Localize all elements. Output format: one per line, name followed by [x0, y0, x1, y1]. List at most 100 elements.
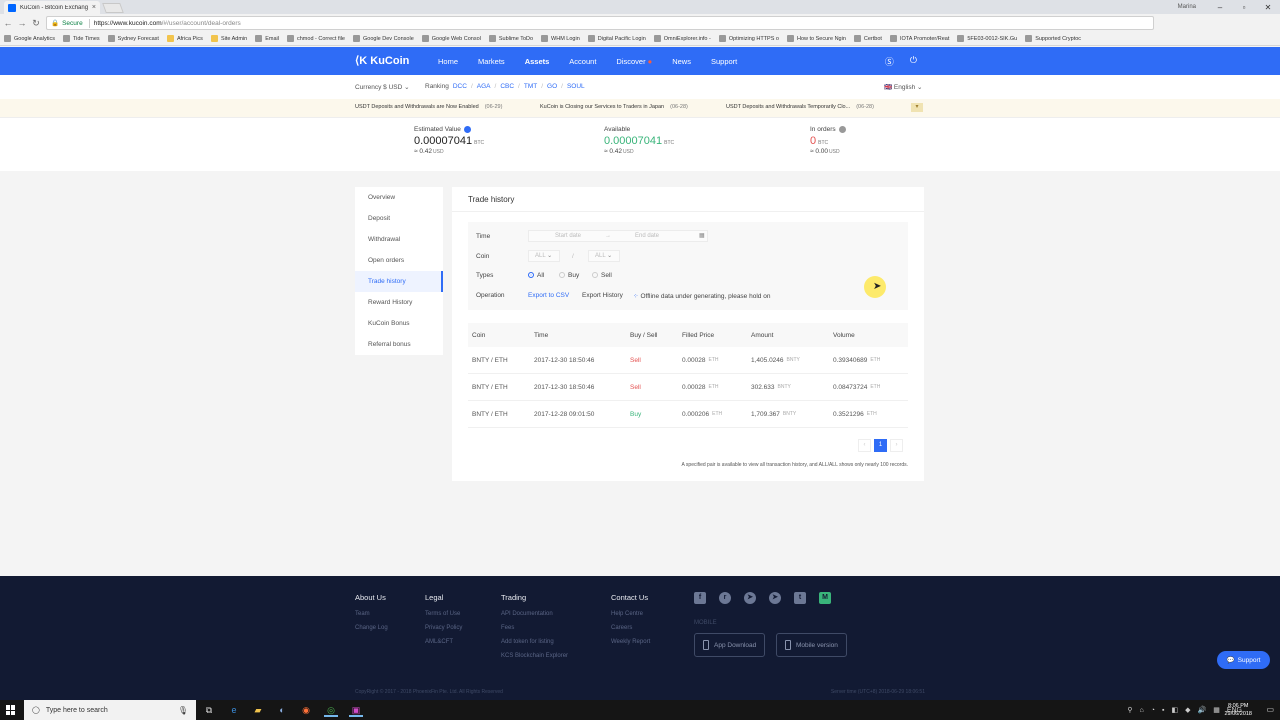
footer-link-help-centre[interactable]: Help Centre: [611, 611, 650, 617]
type-radio-buy[interactable]: Buy: [559, 272, 579, 279]
app-download-button[interactable]: App Download: [694, 633, 766, 657]
sidebar-item-reward-history[interactable]: Reward History: [355, 292, 443, 313]
app-icon[interactable]: ▣: [349, 703, 363, 717]
file-explorer-icon[interactable]: ▰: [251, 703, 265, 717]
end-date-input[interactable]: End date: [635, 231, 659, 241]
sidebar-item-deposit[interactable]: Deposit: [355, 208, 443, 229]
bookmark-item[interactable]: Sublime ToDo: [488, 35, 533, 42]
bookmark-item[interactable]: Google Web Consol: [421, 35, 481, 42]
bookmark-item[interactable]: OmniExplorer.info -: [653, 35, 711, 42]
date-range-picker[interactable]: Start date → End date ▦: [528, 230, 708, 242]
ranking-link-tmt[interactable]: TMT: [524, 83, 537, 90]
export-csv-link[interactable]: Export to CSV: [528, 292, 569, 299]
chrome-icon[interactable]: ◎: [324, 703, 338, 717]
reddit-icon[interactable]: r: [719, 592, 731, 604]
next-page-button[interactable]: ›: [890, 439, 903, 452]
bookmark-item[interactable]: Site Admin: [210, 35, 247, 42]
nav-discover[interactable]: Discover ●: [606, 57, 662, 66]
bookmark-item[interactable]: Email: [255, 35, 279, 42]
footer-link-team[interactable]: Team: [355, 611, 388, 617]
eye-icon[interactable]: [463, 126, 471, 133]
type-radio-sell[interactable]: Sell: [592, 272, 612, 279]
footer-link-kcs-blockchain-explorer[interactable]: KCS Blockchain Explorer: [501, 653, 568, 659]
footer-link-privacy-policy[interactable]: Privacy Policy: [425, 625, 462, 631]
new-tab-button[interactable]: [102, 3, 124, 13]
sidebar-item-withdrawal[interactable]: Withdrawal: [355, 229, 443, 250]
footer-link-careers[interactable]: Careers: [611, 625, 650, 631]
bookmark-item[interactable]: How to Secure Ngin: [786, 35, 846, 42]
address-bar[interactable]: 🔒 Secure https://www.kucoin.com/#/user/a…: [46, 16, 1154, 30]
bookmark-item[interactable]: 5FE03-0012-SIK.Gu: [957, 35, 1017, 42]
ranking-link-soul[interactable]: SOUL: [567, 83, 585, 90]
forward-icon[interactable]: →: [16, 18, 28, 28]
back-icon[interactable]: ←: [2, 18, 14, 28]
footer-link-api-documentation[interactable]: API Documentation: [501, 611, 568, 617]
bookmark-item[interactable]: Digital Pacific Login: [587, 35, 646, 42]
ranking-link-go[interactable]: GO: [547, 83, 557, 90]
sidebar-item-trade-history[interactable]: Trade history: [355, 271, 443, 292]
ranking-link-cbc[interactable]: CBC: [500, 83, 514, 90]
bookmark-item[interactable]: IOTA Promoter/Reat: [889, 35, 949, 42]
medium-icon[interactable]: M: [819, 592, 831, 604]
announcement-item[interactable]: USDT Deposits and Withdrawals are Now En…: [355, 104, 502, 110]
profile-name[interactable]: Marina: [1178, 4, 1196, 10]
tray-icon[interactable]: ◔: [1151, 707, 1155, 714]
clock[interactable]: 8:06 PM 29/06/2018: [1224, 702, 1252, 718]
steam-icon[interactable]: ◐: [275, 703, 289, 717]
microphone-icon[interactable]: 🎙: [178, 706, 188, 715]
reload-icon[interactable]: ↻: [30, 18, 42, 29]
expand-announcements-icon[interactable]: ▾: [911, 103, 923, 112]
tray-icon[interactable]: ◆: [1185, 706, 1190, 714]
nav-markets[interactable]: Markets: [468, 57, 515, 66]
sidebar-item-overview[interactable]: Overview: [355, 187, 443, 208]
tray-icon[interactable]: ▪: [1162, 707, 1164, 714]
nav-home[interactable]: Home: [428, 57, 468, 66]
footer-link-change-log[interactable]: Change Log: [355, 625, 388, 631]
volume-icon[interactable]: 🔊: [1197, 706, 1206, 714]
bookmark-item[interactable]: chmod - Correct file: [287, 35, 345, 42]
footer-link-aml-cft[interactable]: AML&CFT: [425, 639, 462, 645]
currency-select[interactable]: Currency $ USD ⌄: [355, 83, 410, 91]
announcement-item[interactable]: KuCoin is Closing our Services to Trader…: [540, 104, 688, 110]
sidebar-item-referral-bonus[interactable]: Referral bonus: [355, 334, 443, 355]
bookmark-item[interactable]: Google Dev Console: [353, 35, 414, 42]
nav-assets[interactable]: Assets: [515, 57, 560, 66]
bookmark-item[interactable]: Supported Cryptoc: [1025, 35, 1081, 42]
announcement-item[interactable]: USDT Deposits and Withdrawals Temporaril…: [726, 104, 874, 110]
taskbar-search[interactable]: ◯ Type here to search 🎙: [24, 700, 196, 720]
prev-page-button[interactable]: ‹: [858, 439, 871, 452]
mobile-version-button[interactable]: Mobile version: [776, 633, 847, 657]
close-window-icon[interactable]: ✕: [1256, 3, 1280, 12]
notification-icon[interactable]: ▭: [1266, 705, 1274, 714]
network-icon[interactable]: ▦: [1213, 706, 1220, 714]
bookmark-item[interactable]: Google Analytics: [4, 35, 55, 42]
ranking-link-dcc[interactable]: DCC: [453, 83, 467, 90]
nav-support[interactable]: Support: [701, 57, 747, 66]
footer-link-terms-of-use[interactable]: Terms of Use: [425, 611, 462, 617]
export-history-link[interactable]: Export History: [582, 292, 623, 299]
browser-tab[interactable]: KuCoin - Bitcoin Exchang ×: [4, 1, 100, 14]
coin-select-b[interactable]: ALL ⌄: [588, 250, 620, 262]
firefox-icon[interactable]: ◉: [299, 703, 313, 717]
currency-icon[interactable]: Ⓢ: [885, 55, 894, 68]
maximize-icon[interactable]: ▫: [1232, 3, 1256, 12]
task-view-icon[interactable]: ⧉: [202, 703, 216, 717]
nav-news[interactable]: News: [662, 57, 701, 66]
ranking-link-aga[interactable]: AGA: [477, 83, 491, 90]
coin-select-a[interactable]: ALL ⌄: [528, 250, 560, 262]
start-date-input[interactable]: Start date: [555, 231, 581, 241]
tray-icon[interactable]: ◧: [1171, 706, 1178, 714]
type-radio-all[interactable]: All: [528, 272, 544, 279]
minimize-icon[interactable]: –: [1208, 3, 1232, 12]
bookmark-item[interactable]: Sydney Forecast: [107, 35, 159, 42]
tray-icon[interactable]: ⚲: [1127, 706, 1132, 714]
bookmark-item[interactable]: Tide Times: [62, 35, 100, 42]
kucoin-logo[interactable]: ⟨K KuCoin: [355, 54, 409, 68]
bookmark-item[interactable]: Certbot: [853, 35, 882, 42]
facebook-icon[interactable]: f: [694, 592, 706, 604]
nav-account[interactable]: Account: [559, 57, 606, 66]
bookmark-item[interactable]: Optimizing HTTPS o: [718, 35, 779, 42]
twitter-icon[interactable]: t: [794, 592, 806, 604]
edge-icon[interactable]: e: [227, 703, 241, 717]
close-tab-icon[interactable]: ×: [92, 4, 96, 11]
